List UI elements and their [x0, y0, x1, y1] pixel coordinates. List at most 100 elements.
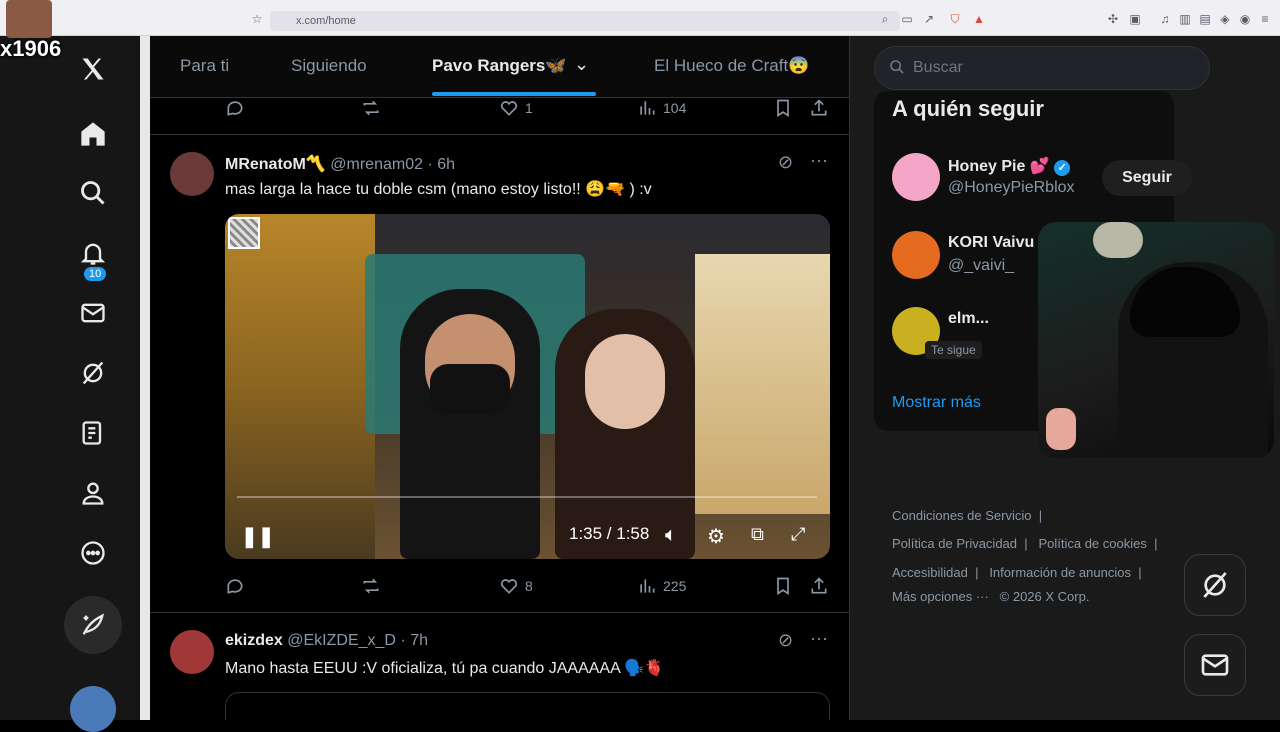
share-icon[interactable] [809, 576, 829, 596]
user-name: Honey Pie 💕 ✓ [948, 156, 1071, 176]
follow-button[interactable]: Seguir [1102, 160, 1192, 196]
menu-icon[interactable]: ≡ [1258, 12, 1272, 26]
reply-icon[interactable] [225, 576, 245, 596]
user-avatar[interactable] [892, 231, 940, 279]
footer-links: Política de Privacidad | Política de coo… [892, 536, 1158, 551]
streamer-avatar [6, 0, 52, 38]
more-options-icon[interactable] [72, 532, 114, 574]
home-icon[interactable] [72, 113, 114, 155]
grok-explain-icon[interactable]: ⊘ [778, 152, 793, 173]
streamer-tag: x1906 [0, 36, 62, 61]
vpn-icon[interactable]: ◉ [1238, 12, 1252, 26]
share-icon[interactable] [809, 98, 829, 118]
timeline-tabs: Para ti Siguiendo Pavo Rangers🦋 ⌄ El Hue… [150, 36, 849, 98]
messages-floating-button[interactable] [1184, 634, 1246, 696]
user-name: KORI Vaivu [948, 234, 1035, 251]
sidebar-icon[interactable]: ▥ [1178, 12, 1192, 26]
grok-icon[interactable] [72, 352, 114, 394]
address-bar[interactable]: x.com/home [270, 11, 900, 31]
tab-para-ti[interactable]: Para ti [180, 56, 229, 76]
analytics-icon [640, 579, 655, 593]
video-time: 1:35 / 1:58 [569, 524, 650, 543]
author-name[interactable]: MRenatoM〽️ [225, 156, 326, 173]
cookies-link[interactable]: Política de cookies [1038, 536, 1146, 551]
more-dots-icon[interactable]: ··· [810, 150, 828, 171]
user-avatar[interactable] [892, 153, 940, 201]
grok-floating-button[interactable] [1184, 554, 1246, 616]
puzzle-icon[interactable]: ◈ [1218, 12, 1232, 26]
views-count: 104 [663, 100, 687, 116]
quoted-media-preview[interactable] [225, 692, 830, 720]
views-button[interactable]: 104 [637, 98, 686, 118]
search-input[interactable]: Buscar [874, 46, 1210, 90]
like-button[interactable]: 8 [499, 576, 533, 596]
bookmark-star-icon[interactable]: ☆ [250, 12, 264, 26]
messages-mail-icon[interactable] [72, 292, 114, 334]
grok-explain-icon[interactable]: ⊘ [778, 630, 793, 651]
active-tab-indicator [432, 92, 596, 96]
picture-in-picture-icon[interactable]: ⧉ [751, 524, 764, 545]
zoom-icon[interactable]: ⌕ [878, 12, 892, 26]
repost-icon[interactable] [361, 576, 381, 596]
copyright: © 2026 X Corp. [999, 589, 1090, 604]
video-mask [430, 364, 510, 414]
explore-search-icon[interactable] [72, 172, 114, 214]
bookmark-icon[interactable] [773, 576, 793, 596]
like-button[interactable]: 1 [499, 98, 533, 118]
repost-icon[interactable] [361, 98, 381, 118]
wallet-icon[interactable]: ▤ [1198, 12, 1212, 26]
tweet-text: mas larga la hace tu doble csm (mano est… [225, 181, 652, 198]
more-options-link[interactable]: Más opciones ··· [892, 589, 989, 604]
compose-post-icon[interactable] [64, 596, 122, 654]
divider [150, 612, 849, 613]
bookmark-icon[interactable] [773, 98, 793, 118]
profile-person-icon[interactable] [72, 472, 114, 514]
author-handle[interactable]: @EkIZDE_x_D · 7h [287, 632, 428, 649]
microphone [1093, 222, 1143, 258]
account-avatar[interactable] [70, 686, 116, 732]
tweet-avatar[interactable] [170, 630, 214, 674]
author-name[interactable]: ekizdex [225, 632, 283, 649]
settings-gear-icon[interactable]: ⚙ [707, 524, 725, 549]
alert-icon[interactable]: ▲ [972, 12, 986, 26]
webcam-overlay [1038, 222, 1274, 458]
author-handle[interactable]: @mrenam02 · 6h [330, 156, 455, 173]
views-button[interactable]: 225 [637, 576, 686, 596]
volume-icon[interactable]: 🔈︎ [665, 524, 677, 547]
video-progress-bar[interactable] [237, 496, 817, 498]
video-player[interactable]: ❚❚ 1:35 / 1:58 🔈︎ ⚙ ⧉ ⤢ [225, 214, 830, 559]
tab-pavo-rangers[interactable]: Pavo Rangers🦋 [432, 56, 567, 76]
tab-icon[interactable]: ▣ [1128, 12, 1142, 26]
reply-icon[interactable] [225, 98, 245, 118]
share-icon[interactable]: ↗ [922, 12, 936, 26]
video-controls: ❚❚ 1:35 / 1:58 🔈︎ ⚙ ⧉ ⤢ [225, 514, 830, 554]
fullscreen-icon[interactable]: ⤢ [791, 524, 805, 545]
tab-siguiendo[interactable]: Siguiendo [291, 56, 367, 76]
show-more-link[interactable]: Mostrar más [892, 394, 981, 412]
user-name: elm... [948, 310, 989, 327]
x-logo-icon[interactable] [72, 48, 114, 90]
mascot-sticker [1046, 408, 1076, 450]
lists-icon[interactable] [72, 412, 114, 454]
ads-info-link[interactable]: Información de anuncios [989, 565, 1131, 580]
extensions-icon[interactable]: ✣ [1106, 12, 1120, 26]
tweet-avatar[interactable] [170, 152, 214, 196]
accessibility-link[interactable]: Accesibilidad [892, 565, 968, 580]
pause-icon[interactable]: ❚❚ [241, 524, 275, 549]
tab-el-hueco-de-craft[interactable]: El Hueco de Craft😨 [654, 56, 809, 76]
mail-icon [1201, 654, 1229, 676]
screen-icon[interactable]: ▭ [900, 12, 914, 26]
verified-badge-icon: ✓ [1054, 160, 1071, 176]
privacy-link[interactable]: Política de Privacidad [892, 536, 1017, 551]
left-navigation: 10 [0, 36, 140, 732]
more-dots-icon[interactable]: ··· [810, 628, 828, 649]
user-handle: @_vaivi_ [948, 257, 1015, 274]
terms-link[interactable]: Condiciones de Servicio [892, 508, 1031, 523]
tweet-actions: 8 225 [225, 576, 827, 600]
shield-icon[interactable]: ⛉ [948, 12, 962, 26]
chevron-down-icon[interactable]: ⌄ [574, 54, 589, 75]
music-icon[interactable]: ♫ [1158, 12, 1172, 26]
like-count: 1 [525, 100, 533, 116]
page-scrollbar[interactable] [140, 36, 150, 720]
like-count: 8 [525, 578, 533, 594]
